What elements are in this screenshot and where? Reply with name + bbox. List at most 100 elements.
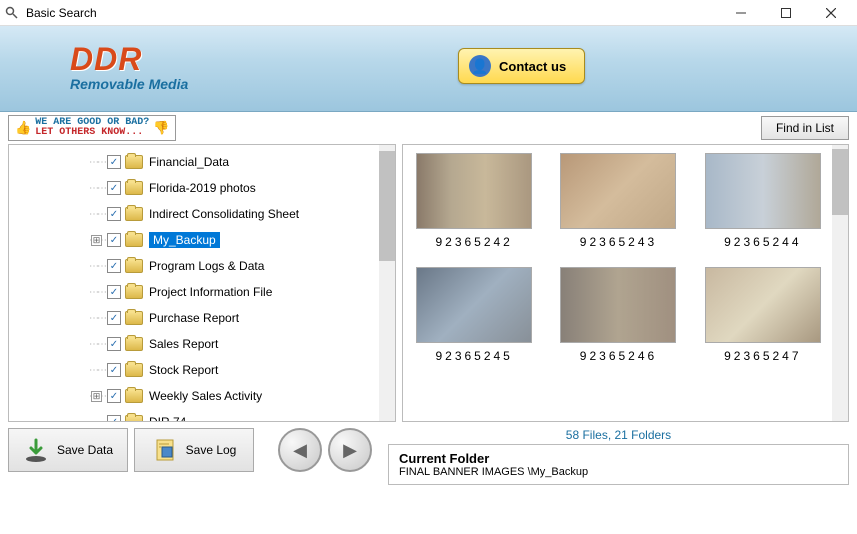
tree-item-label: Financial_Data bbox=[149, 155, 229, 169]
checkbox-icon[interactable] bbox=[107, 415, 121, 421]
find-in-list-button[interactable]: Find in List bbox=[761, 116, 849, 140]
checkbox-icon[interactable] bbox=[107, 155, 121, 169]
tree-item-label: Purchase Report bbox=[149, 311, 239, 325]
checkbox-icon[interactable] bbox=[107, 337, 121, 351]
close-button[interactable] bbox=[808, 1, 853, 25]
tree-item[interactable]: ⋯⋯ Project Information File bbox=[9, 279, 379, 305]
tree-item-label: Stock Report bbox=[149, 363, 218, 377]
save-log-icon bbox=[152, 437, 178, 463]
save-data-button[interactable]: Save Data bbox=[8, 428, 128, 472]
tree-item-label: Sales Report bbox=[149, 337, 218, 351]
thumbnail-label: 92365243 bbox=[580, 235, 657, 249]
thumbnail-label: 92365244 bbox=[724, 235, 801, 249]
next-button[interactable]: ▶ bbox=[328, 428, 372, 472]
thumbnail-item[interactable]: 92365242 bbox=[411, 153, 537, 249]
checkbox-icon[interactable] bbox=[107, 181, 121, 195]
prev-button[interactable]: ◀ bbox=[278, 428, 322, 472]
tree-connector-icon: ⋯⋯ bbox=[89, 339, 105, 350]
tree-item[interactable]: ⋯⋯ Purchase Report bbox=[9, 305, 379, 331]
folder-icon bbox=[125, 415, 143, 421]
thumbnail-item[interactable]: 92365246 bbox=[555, 267, 681, 363]
tree-item[interactable]: ⋯⋯DIR 74 bbox=[9, 409, 379, 421]
tree-connector-icon: ⋯⋯ bbox=[89, 157, 105, 168]
folder-tree-panel: ⋯⋯Financial_Data⋯⋯Florida-2019 photos⋯⋯I… bbox=[8, 144, 396, 422]
thumbnail-item[interactable]: 92365244 bbox=[700, 153, 826, 249]
tree-connector-icon: ⋯⋯ bbox=[89, 313, 105, 324]
checkbox-icon[interactable] bbox=[107, 259, 121, 273]
thumbnail-label: 92365246 bbox=[580, 349, 657, 363]
thumbnail-image bbox=[416, 267, 532, 343]
window-title: Basic Search bbox=[26, 6, 718, 20]
app-icon bbox=[4, 5, 20, 21]
tree-item-label: Project Information File bbox=[149, 285, 272, 299]
window-controls bbox=[718, 1, 853, 25]
tree-item[interactable]: ⋯⋯ Financial_Data bbox=[9, 149, 379, 175]
minimize-button[interactable] bbox=[718, 1, 763, 25]
save-log-label: Save Log bbox=[186, 443, 237, 457]
folder-icon bbox=[125, 181, 143, 195]
checkbox-icon[interactable] bbox=[107, 363, 121, 377]
tree-item-label: DIR 74 bbox=[149, 415, 186, 421]
thumbnail-label: 92365245 bbox=[435, 349, 512, 363]
checkbox-icon[interactable] bbox=[107, 207, 121, 221]
folder-icon bbox=[125, 259, 143, 273]
nav-buttons: ◀ ▶ bbox=[278, 428, 372, 472]
tree-item[interactable]: ⋯⋯ Sales Report bbox=[9, 331, 379, 357]
thumbnail-scrollbar[interactable] bbox=[832, 145, 848, 421]
tree-scrollbar[interactable] bbox=[379, 145, 395, 421]
thumbnail-label: 92365242 bbox=[435, 235, 512, 249]
tree-item[interactable]: ⋯⋯Stock Report bbox=[9, 357, 379, 383]
feedback-text: WE ARE GOOD OR BAD? LET OTHERS KNOW... bbox=[35, 118, 149, 138]
thumbnail-grid: 92365242 92365243 92365244 92365245 92365246… bbox=[411, 153, 826, 413]
titlebar: Basic Search bbox=[0, 0, 857, 26]
tree-item-label: Program Logs & Data bbox=[149, 259, 264, 273]
contact-label: Contact us bbox=[499, 59, 566, 74]
tree-item[interactable]: ⋯⋯ Weekly Sales Activity bbox=[9, 383, 379, 409]
current-folder-path: FINAL BANNER IMAGES \My_Backup bbox=[399, 466, 838, 478]
maximize-button[interactable] bbox=[763, 1, 808, 25]
folder-icon bbox=[125, 389, 143, 403]
tree-connector-icon: ⋯⋯ bbox=[89, 391, 105, 402]
toolbar-row: 👍 WE ARE GOOD OR BAD? LET OTHERS KNOW...… bbox=[0, 112, 857, 144]
tree-item[interactable]: ⋯⋯ Program Logs & Data bbox=[9, 253, 379, 279]
thumbnail-panel: 92365242 92365243 92365244 92365245 92365246… bbox=[402, 144, 849, 422]
thumbnail-item[interactable]: 92365247 bbox=[700, 267, 826, 363]
header-banner: DDR Removable Media 👤 Contact us bbox=[0, 26, 857, 112]
contact-avatar-icon: 👤 bbox=[469, 55, 491, 77]
thumbnail-item[interactable]: 92365243 bbox=[555, 153, 681, 249]
tree-item-label: Florida-2019 photos bbox=[149, 181, 256, 195]
thumbnail-image bbox=[560, 153, 676, 229]
current-folder-box: Current Folder FINAL BANNER IMAGES \My_B… bbox=[388, 444, 849, 485]
thumbnail-image bbox=[416, 153, 532, 229]
thumb-up-icon: 👍 bbox=[15, 122, 31, 135]
tree-item-label: Indirect Consolidating Sheet bbox=[149, 207, 299, 221]
main-area: ⋯⋯Financial_Data⋯⋯Florida-2019 photos⋯⋯I… bbox=[0, 144, 857, 422]
brand-logo: DDR bbox=[70, 45, 188, 74]
feedback-box[interactable]: 👍 WE ARE GOOD OR BAD? LET OTHERS KNOW...… bbox=[8, 115, 176, 141]
checkbox-icon[interactable] bbox=[107, 285, 121, 299]
thumbnail-image bbox=[560, 267, 676, 343]
tree-item-label: Weekly Sales Activity bbox=[149, 389, 262, 403]
folder-icon bbox=[125, 233, 143, 247]
save-data-icon bbox=[23, 437, 49, 463]
brand-subtitle: Removable Media bbox=[70, 76, 188, 92]
folder-tree[interactable]: ⋯⋯Financial_Data⋯⋯Florida-2019 photos⋯⋯I… bbox=[9, 145, 379, 421]
file-folder-count: 58 Files, 21 Folders bbox=[388, 428, 849, 442]
thumb-down-icon: 👎 bbox=[153, 122, 169, 135]
save-log-button[interactable]: Save Log bbox=[134, 428, 254, 472]
checkbox-icon[interactable] bbox=[107, 311, 121, 325]
brand: DDR Removable Media bbox=[70, 45, 188, 92]
checkbox-icon[interactable] bbox=[107, 233, 121, 247]
thumbnail-image bbox=[705, 267, 821, 343]
tree-connector-icon: ⋯⋯ bbox=[89, 287, 105, 298]
tree-connector-icon: ⋯⋯ bbox=[89, 261, 105, 272]
tree-item[interactable]: ⋯⋯My_Backup bbox=[9, 227, 379, 253]
tree-connector-icon: ⋯⋯ bbox=[89, 183, 105, 194]
footer: Save Data Save Log ◀ ▶ 58 Files, 21 Fold… bbox=[0, 422, 857, 493]
tree-item[interactable]: ⋯⋯Indirect Consolidating Sheet bbox=[9, 201, 379, 227]
contact-us-button[interactable]: 👤 Contact us bbox=[458, 48, 585, 84]
status-area: 58 Files, 21 Folders Current Folder FINA… bbox=[388, 428, 849, 485]
thumbnail-item[interactable]: 92365245 bbox=[411, 267, 537, 363]
checkbox-icon[interactable] bbox=[107, 389, 121, 403]
tree-item[interactable]: ⋯⋯ Florida-2019 photos bbox=[9, 175, 379, 201]
